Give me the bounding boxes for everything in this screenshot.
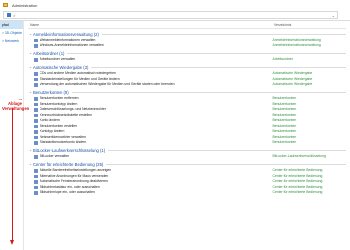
item-name: Arbeitsordner verwalten xyxy=(39,57,76,61)
address-field[interactable]: > ⌄ xyxy=(3,11,338,19)
column-header: Name Verzeichnis xyxy=(28,21,346,29)
group-divider xyxy=(106,164,346,165)
control-panel-item-icon xyxy=(34,124,38,128)
control-panel-item-icon xyxy=(34,135,38,139)
group-header[interactable]: ⌄ BitLocker-Laufwerkverschlüsselung (1) xyxy=(28,147,346,154)
control-panel-item-icon xyxy=(34,108,38,112)
nav-item-pfad[interactable]: pfad xyxy=(0,21,23,29)
address-dropdown-icon[interactable]: ⌄ xyxy=(332,13,335,18)
item-name: Verwendung der automatischen Wiedergabe … xyxy=(39,82,175,86)
nav-item-netzwerk[interactable]: > Netzwerk xyxy=(0,37,23,45)
control-panel-item-icon xyxy=(34,97,38,101)
column-directory[interactable]: Verzeichnis xyxy=(274,21,291,28)
item-directory: Arbeitsordner xyxy=(272,57,293,61)
list-item[interactable]: BitLocker verwalten BitLocker-Laufwerkver… xyxy=(28,154,346,160)
item-name: BitLocker verwalten xyxy=(39,154,70,158)
control-panel-item-icon xyxy=(34,77,38,81)
control-panel-item-icon xyxy=(34,169,38,173)
item-name: Windows-Anmeldeinformationen verwalten xyxy=(39,43,104,47)
group-divider xyxy=(101,33,346,35)
control-panel-item-icon xyxy=(34,83,38,87)
annotation-arrow-line xyxy=(12,108,13,242)
group-title: Benutzerkonten (9) xyxy=(33,90,69,95)
control-panel-item-icon xyxy=(34,102,38,106)
annotation-arrow-head xyxy=(10,240,14,245)
breadcrumb-separator: > xyxy=(13,12,16,18)
item-directory: Benutzerkonten xyxy=(272,140,297,144)
group-title: Anmeldeinformationsverwaltung (2) xyxy=(33,31,99,37)
group-divider xyxy=(67,53,346,54)
address-bar: > ⌄ xyxy=(0,10,350,21)
group-header[interactable]: ⌄ Arbeitsordner (1) xyxy=(28,50,346,57)
control-panel-item-icon xyxy=(34,119,38,123)
control-panel-item-icon xyxy=(34,185,38,189)
group-header[interactable]: ⌄ Anmeldeinformationsverwaltung (2) xyxy=(28,31,346,38)
list-item[interactable]: Verwendung der automatischen Wiedergabe … xyxy=(28,82,346,88)
title-bar: Administration xyxy=(0,0,350,10)
control-panel-item-icon xyxy=(34,141,38,145)
group-divider xyxy=(91,67,346,68)
item-directory: Automatische Wiedergabe xyxy=(272,82,313,86)
group-header[interactable]: ⌄ Automatische Wiedergabe (3) xyxy=(28,64,346,71)
groups-container: ⌄ Anmeldeinformationsverwaltung (2) Webanm… xyxy=(28,31,346,196)
control-panel-item-icon xyxy=(34,174,38,178)
folder-icon xyxy=(3,3,8,7)
list-item[interactable]: Windows-Anmeldeinformationen verwalten An… xyxy=(28,43,346,49)
group-title: Arbeitsordner (1) xyxy=(33,51,65,56)
group-title: Automatische Wiedergabe (3) xyxy=(33,65,89,70)
group-divider xyxy=(71,92,346,93)
item-list: Name Verzeichnis ⌄ Anmeldeinformationsver… xyxy=(28,21,346,250)
list-item[interactable]: Bildschirmlupe ein- oder ausschalten Cent… xyxy=(28,190,346,196)
control-panel-item-icon xyxy=(34,130,38,134)
list-item[interactable]: Arbeitsordner verwalten Arbeitsordner xyxy=(28,57,346,63)
control-panel-item-icon xyxy=(34,72,38,76)
control-panel-icon xyxy=(7,13,11,17)
group-header[interactable]: ⌄ Benutzerkonten (9) xyxy=(28,89,346,96)
item-directory: Center für erleichterte Bedienung xyxy=(272,190,323,194)
item-name: Standardbenutzerkonto ändern xyxy=(39,140,87,144)
window-title: Administration xyxy=(12,2,38,8)
column-name[interactable]: Name xyxy=(28,21,274,28)
control-panel-item-icon xyxy=(34,113,38,117)
control-panel-item-icon xyxy=(34,38,38,42)
control-panel-item-icon xyxy=(34,58,38,62)
list-item[interactable]: Standardbenutzerkonto ändern Benutzerkont… xyxy=(28,140,346,146)
item-directory: Anmeldeinformationsverwaltung xyxy=(272,43,321,47)
group-header[interactable]: ⌄ Center für erleichterte Bedienung (25) xyxy=(28,161,346,168)
group-title: BitLocker-Laufwerkverschlüsselung (1) xyxy=(33,148,106,153)
control-panel-item-icon xyxy=(34,155,38,159)
item-name: Bildschirmlupe ein- oder ausschalten xyxy=(39,190,95,194)
group-title: Center für erleichterte Bedienung (25) xyxy=(33,162,104,167)
item-directory: BitLocker-Laufwerkverschlüsselung xyxy=(272,154,326,158)
control-panel-item-icon xyxy=(34,44,38,48)
nav-item-3d-objekte[interactable]: > 3D-Objekte xyxy=(0,29,23,37)
group-divider xyxy=(108,150,346,151)
control-panel-item-icon xyxy=(34,180,38,184)
control-panel-item-icon xyxy=(34,191,38,195)
